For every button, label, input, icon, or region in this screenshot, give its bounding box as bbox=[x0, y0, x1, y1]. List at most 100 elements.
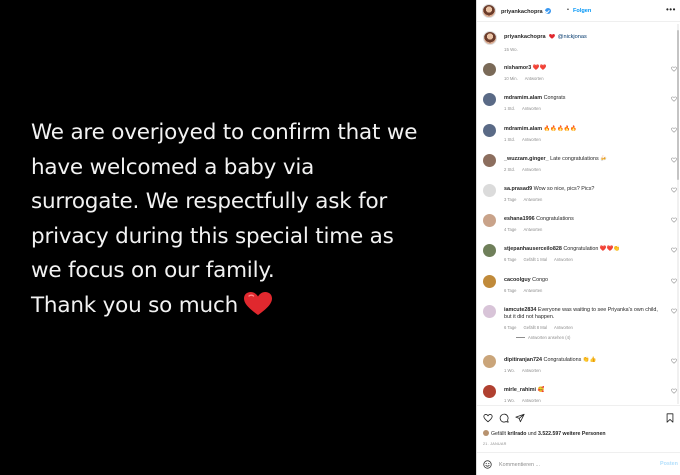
comment-timestamp: 1 Wo. bbox=[504, 368, 515, 373]
commenter-avatar[interactable] bbox=[483, 305, 496, 318]
post-actions: Gefällt krilrado und 3.522.597 weitere P… bbox=[477, 405, 680, 452]
like-heart-icon[interactable] bbox=[483, 413, 493, 423]
reply-button[interactable]: Antworten bbox=[554, 325, 573, 330]
comment-input[interactable] bbox=[499, 459, 649, 470]
comment-body: Congrats bbox=[543, 95, 566, 101]
comment-like-count[interactable]: Gefällt 1 Mal bbox=[524, 257, 548, 262]
comment-row: cacoolguy Congo 6 Tage Antworten bbox=[477, 275, 680, 305]
comment-meta: 1 Wo. Antworten bbox=[504, 398, 548, 403]
reply-button[interactable]: Antworten bbox=[554, 257, 573, 262]
announcement-line: privacy during this special time as bbox=[31, 223, 394, 249]
comment-username[interactable]: sa.prasad9 bbox=[504, 186, 532, 192]
comment-row: _wuzzam.ginger_ Late congratulations 🍻 2 … bbox=[477, 154, 680, 184]
comment-meta: 2 Std. Antworten bbox=[504, 167, 548, 172]
comment-row: sa.prasad9 Wow so nice, pics? Pics? 3 Tag… bbox=[477, 184, 680, 214]
comment-meta: 6 Tage Antworten bbox=[504, 288, 549, 293]
header-username[interactable]: priyankachopra bbox=[501, 9, 543, 15]
comment-text: mdramim.alam 🔥🔥🔥🔥🔥 bbox=[504, 126, 664, 133]
save-bookmark-icon[interactable] bbox=[665, 413, 675, 423]
commenter-avatar[interactable] bbox=[483, 63, 496, 76]
comment-text: nishamor3 ❤️❤️ bbox=[504, 65, 664, 72]
comment-meta: 1 Wo. Antworten bbox=[504, 368, 548, 373]
comment-like-count[interactable]: Gefällt 8 Mal bbox=[524, 325, 548, 330]
comment-meta: 4 Tage Antworten bbox=[504, 227, 549, 232]
comment-body: Congratulations bbox=[536, 216, 574, 222]
heart-emoji-icon bbox=[549, 34, 556, 39]
commenter-avatar[interactable] bbox=[483, 385, 496, 398]
reply-button[interactable]: Antworten bbox=[524, 288, 543, 293]
view-replies-button[interactable]: Antworten ansehen (4) bbox=[516, 335, 570, 340]
caption-username[interactable]: priyankachopra bbox=[504, 34, 546, 40]
reply-button[interactable]: Antworten bbox=[522, 106, 541, 111]
share-paper-plane-icon[interactable] bbox=[515, 413, 525, 423]
comment-text: eshana1996 Congratulations bbox=[504, 216, 664, 223]
reply-button[interactable]: Antworten bbox=[524, 197, 543, 202]
reply-button[interactable]: Antworten bbox=[522, 368, 541, 373]
caption-avatar[interactable] bbox=[483, 31, 497, 45]
reply-button[interactable]: Antworten bbox=[524, 227, 543, 232]
announcement-last-line: Thank you so much bbox=[31, 289, 461, 324]
comment-bubble-icon[interactable] bbox=[499, 413, 509, 423]
comment-username[interactable]: iamcute2834 bbox=[504, 307, 536, 313]
caption-mention[interactable]: @nickjonas bbox=[558, 34, 587, 40]
comment-timestamp: 6 Tage bbox=[504, 325, 517, 330]
commenter-avatar[interactable] bbox=[483, 154, 496, 167]
commenter-avatar[interactable] bbox=[483, 124, 496, 137]
header-username-group[interactable]: priyankachopra bbox=[501, 8, 551, 15]
commenter-avatar[interactable] bbox=[483, 355, 496, 368]
comment-text: mdramim.alam Congrats bbox=[504, 95, 664, 102]
likes-summary[interactable]: Gefällt krilrado und 3.522.597 weitere P… bbox=[483, 430, 606, 437]
commenter-avatar[interactable] bbox=[483, 275, 496, 288]
comment-username[interactable]: nishamor3 bbox=[504, 65, 531, 71]
comment-username[interactable]: eshana1996 bbox=[504, 216, 535, 222]
post-comment-button[interactable]: Posten bbox=[660, 461, 678, 467]
post-sidebar: priyankachopra • Folgen ••• priyankachop… bbox=[476, 0, 680, 475]
profile-avatar[interactable] bbox=[482, 4, 496, 18]
comment-username[interactable]: stjepanhauserceilo828 bbox=[504, 246, 562, 252]
commenter-avatar[interactable] bbox=[483, 244, 496, 257]
announcement-line: we focus on our family. bbox=[31, 258, 275, 283]
comment-text: mirle_rahimi 🥰 bbox=[504, 387, 664, 394]
comment-row: eshana1996 Congratulations 4 Tage Antworte… bbox=[477, 214, 680, 244]
emoji-smiley-icon[interactable] bbox=[483, 460, 492, 469]
commenter-avatar[interactable] bbox=[483, 93, 496, 106]
comment-timestamp: 1 Wo. bbox=[504, 398, 515, 403]
comment-meta: 1 Std. Antworten bbox=[504, 137, 548, 142]
scrollbar-thumb[interactable] bbox=[677, 30, 679, 180]
reply-button[interactable]: Antworten bbox=[525, 76, 544, 81]
comment-username[interactable]: mdramim.alam bbox=[504, 95, 542, 101]
comment-row: dipitiranjan724 Congratulations 👏👍 1 Wo. A… bbox=[477, 355, 680, 385]
comment-meta: 6 Tage Gefällt 8 Mal Antworten bbox=[504, 325, 580, 330]
scrollbar[interactable] bbox=[677, 24, 679, 404]
commenter-avatar[interactable] bbox=[483, 184, 496, 197]
comment-body: 🥰 bbox=[537, 387, 545, 393]
comment-timestamp: 3 Tage bbox=[504, 197, 517, 202]
comment-username[interactable]: _wuzzam.ginger_ bbox=[504, 156, 549, 162]
comments-scroll-area[interactable]: priyankachopra @nickjonas 15 Wo. nishamo… bbox=[477, 23, 680, 405]
reply-button[interactable]: Antworten bbox=[522, 167, 541, 172]
commenter-avatar[interactable] bbox=[483, 214, 496, 227]
comment-username[interactable]: dipitiranjan724 bbox=[504, 357, 542, 363]
comment-meta: 3 Tage Antworten bbox=[504, 197, 549, 202]
reply-button[interactable]: Antworten bbox=[522, 137, 541, 142]
comment-row: nishamor3 ❤️❤️ 10 Min. Antworten bbox=[477, 63, 680, 93]
comment-username[interactable]: mirle_rahimi bbox=[504, 387, 536, 393]
announcement-text: We are overjoyed to confirm that we have… bbox=[31, 116, 461, 323]
reply-button[interactable]: Antworten bbox=[522, 398, 541, 403]
comment-meta: 10 Min. Antworten bbox=[504, 76, 551, 81]
likes-suffix[interactable]: weitere Personen bbox=[561, 431, 606, 437]
comment-row: mdramim.alam Congrats 1 Std. Antworten bbox=[477, 93, 680, 123]
comment-body: Wow so nice, pics? Pics? bbox=[533, 186, 595, 192]
comment-text: _wuzzam.ginger_ Late congratulations 🍻 bbox=[504, 156, 664, 163]
likes-prefix: Gefällt bbox=[491, 431, 508, 437]
likes-user[interactable]: krilrado bbox=[507, 431, 526, 437]
instagram-post-view: We are overjoyed to confirm that we have… bbox=[0, 0, 680, 475]
add-comment-bar: Posten bbox=[477, 452, 680, 475]
comment-username[interactable]: cacoolguy bbox=[504, 277, 531, 283]
follow-button[interactable]: Folgen bbox=[573, 8, 591, 14]
post-image[interactable]: We are overjoyed to confirm that we have… bbox=[0, 0, 476, 475]
comment-username[interactable]: mdramim.alam bbox=[504, 126, 542, 132]
more-options-icon[interactable]: ••• bbox=[666, 5, 676, 14]
comment-timestamp: 6 Tage bbox=[504, 257, 517, 262]
likes-count[interactable]: 3.522.597 bbox=[538, 431, 561, 437]
